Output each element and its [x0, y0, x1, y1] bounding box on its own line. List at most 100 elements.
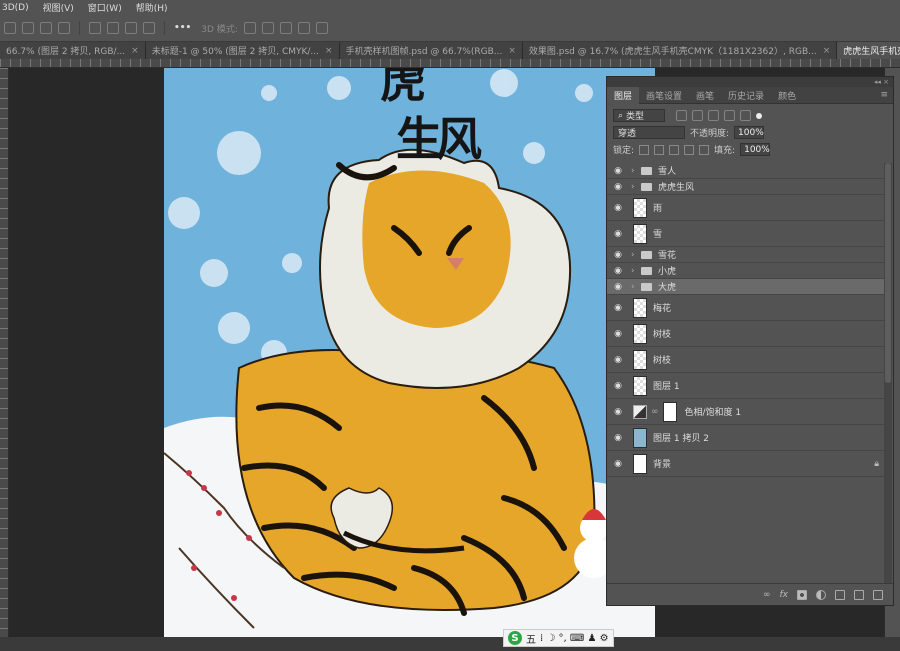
close-icon[interactable]: × [325, 46, 333, 56]
distribute-middle-icon[interactable] [107, 22, 119, 34]
new-layer-icon[interactable] [854, 589, 864, 600]
tab-layers[interactable]: 图层 [607, 86, 640, 104]
close-icon[interactable]: × [508, 46, 516, 56]
image-filter-icon[interactable] [676, 110, 687, 121]
layer-name[interactable]: 雪花 [658, 248, 676, 261]
layer-row[interactable]: ◉ 树枝 [607, 347, 885, 373]
visibility-eye-icon[interactable]: ◉ [611, 282, 625, 292]
3d-orbit-icon[interactable] [243, 22, 256, 34]
layer-name[interactable]: 雪人 [658, 164, 676, 177]
layer-row[interactable]: ◉ 图层 1 拷贝 2 [607, 425, 885, 451]
visibility-eye-icon[interactable]: ◉ [611, 433, 625, 443]
align-bottom-icon[interactable] [40, 22, 52, 34]
trash-icon[interactable] [873, 589, 883, 600]
layer-name[interactable]: 雨 [653, 201, 662, 214]
align-left-icon[interactable] [58, 22, 70, 34]
layer-name[interactable]: 图层 1 [653, 379, 680, 392]
visibility-eye-icon[interactable]: ◉ [611, 250, 625, 260]
background-layer-row[interactable]: ◉ 背景 🔒︎ [607, 451, 885, 477]
chevron-right-icon[interactable]: › [631, 182, 641, 192]
layer-name[interactable]: 树枝 [653, 353, 671, 366]
layer-group-row[interactable]: ◉ › 雪花 [607, 247, 885, 263]
visibility-eye-icon[interactable]: ◉ [611, 459, 625, 469]
tab-brushes[interactable]: 画笔 [689, 87, 721, 104]
type-filter-icon[interactable] [708, 110, 719, 121]
ime-mode[interactable]: 五 [526, 631, 536, 646]
visibility-eye-icon[interactable]: ◉ [611, 203, 625, 213]
panel-collapse-bar[interactable]: ◂◂ × [607, 77, 893, 87]
visibility-eye-icon[interactable]: ◉ [611, 166, 625, 176]
blend-mode-dropdown[interactable]: 穿透 [613, 126, 685, 139]
visibility-eye-icon[interactable]: ◉ [611, 182, 625, 192]
document-canvas[interactable]: 虎 生 风 [164, 68, 655, 637]
horizontal-ruler[interactable] [0, 59, 900, 68]
lock-icon[interactable]: 🔒︎ [874, 459, 879, 469]
close-icon[interactable]: × [131, 46, 139, 56]
layer-group-row[interactable]: ◉ › 虎虎生风 [607, 179, 885, 195]
layer-row[interactable]: ◉ 树枝 [607, 321, 885, 347]
distribute-bottom-icon[interactable] [125, 22, 137, 34]
layer-row[interactable]: ◉ 雪 [607, 221, 885, 247]
adjustment-layer-icon[interactable] [816, 589, 826, 600]
link-layers-icon[interactable]: ∞ [763, 590, 771, 600]
visibility-eye-icon[interactable]: ◉ [611, 329, 625, 339]
layer-group-row[interactable]: ◉ › 雪人 [607, 163, 885, 179]
menu-window[interactable]: 窗口(W) [88, 1, 122, 14]
folder-icon[interactable] [835, 589, 845, 600]
lock-position-icon[interactable] [669, 144, 680, 155]
layer-name[interactable]: 小虎 [658, 264, 676, 277]
shape-filter-icon[interactable] [724, 110, 735, 121]
tab-history[interactable]: 历史记录 [721, 87, 771, 104]
layer-row[interactable]: ◉ 梅花 [607, 295, 885, 321]
3d-scale-icon[interactable] [315, 22, 328, 34]
filter-toggle-icon[interactable] [756, 112, 762, 119]
close-icon[interactable]: × [823, 46, 831, 56]
visibility-eye-icon[interactable]: ◉ [611, 303, 625, 313]
layer-name[interactable]: 梅花 [653, 301, 671, 314]
chevron-right-icon[interactable]: › [631, 250, 641, 260]
document-tab-active[interactable]: 虎虎生风手机壳CMYK（1181X2362）.psd @ 66.7% (大虎, … [837, 42, 900, 59]
visibility-eye-icon[interactable]: ◉ [611, 355, 625, 365]
adjustment-filter-icon[interactable] [692, 110, 703, 121]
tab-color[interactable]: 颜色 [771, 87, 803, 104]
align-middle-icon[interactable] [22, 22, 34, 34]
document-tab[interactable]: 未标题-1 @ 50% (图层 2 拷贝, CMYK/... × [145, 42, 340, 59]
chevron-right-icon[interactable]: › [631, 166, 641, 176]
3d-roll-icon[interactable] [261, 22, 274, 34]
layer-mask-thumbnail[interactable] [662, 401, 677, 422]
visibility-eye-icon[interactable]: ◉ [611, 229, 625, 239]
layer-name[interactable]: 树枝 [653, 327, 671, 340]
layer-group-row[interactable]: ◉ › 小虎 [607, 263, 885, 279]
chevron-right-icon[interactable]: › [631, 282, 641, 292]
align-top-icon[interactable] [4, 22, 16, 34]
document-tab[interactable]: 效果图.psd @ 16.7% (虎虎生风手机壳CMYK（1181X2362）,… [522, 42, 838, 59]
3d-pan-icon[interactable] [279, 22, 292, 34]
visibility-eye-icon[interactable]: ◉ [611, 407, 625, 417]
panel-menu-icon[interactable]: ≡ [880, 90, 888, 100]
fill-input[interactable]: 100% [740, 143, 771, 156]
ime-symbols[interactable]: ⁞ ☽ °, ⌨ ♟ ⚙ [540, 633, 609, 644]
distribute-left-icon[interactable] [143, 22, 155, 34]
lock-image-icon[interactable] [654, 144, 665, 155]
vertical-ruler[interactable] [0, 68, 9, 651]
opacity-input[interactable]: 100% [734, 126, 765, 139]
layer-list-scrollbar[interactable] [884, 163, 892, 583]
ime-logo-icon[interactable]: S [508, 631, 522, 645]
fx-icon[interactable]: fx [780, 590, 789, 600]
layer-name[interactable]: 色相/饱和度 1 [685, 405, 742, 418]
layer-row[interactable]: ◉ 雨 [607, 195, 885, 221]
ime-toolbar[interactable]: S 五 ⁞ ☽ °, ⌨ ♟ ⚙ [503, 629, 614, 647]
lock-transparent-icon[interactable] [639, 144, 650, 155]
menu-3d[interactable]: 3D(D) [2, 3, 29, 13]
menu-help[interactable]: 帮助(H) [136, 1, 168, 14]
document-tab[interactable]: 66.7% (图层 2 拷贝, RGB/... × [0, 42, 146, 59]
chevron-right-icon[interactable]: › [631, 266, 641, 276]
visibility-eye-icon[interactable]: ◉ [611, 381, 625, 391]
3d-slide-icon[interactable] [297, 22, 310, 34]
tab-brush-settings[interactable]: 画笔设置 [639, 87, 689, 104]
more-options-icon[interactable]: ••• [174, 23, 191, 33]
lock-all-icon[interactable] [699, 144, 710, 155]
layer-name[interactable]: 图层 1 拷贝 2 [653, 431, 709, 444]
chain-link-icon[interactable]: ∞ [651, 407, 659, 417]
visibility-eye-icon[interactable]: ◉ [611, 266, 625, 276]
